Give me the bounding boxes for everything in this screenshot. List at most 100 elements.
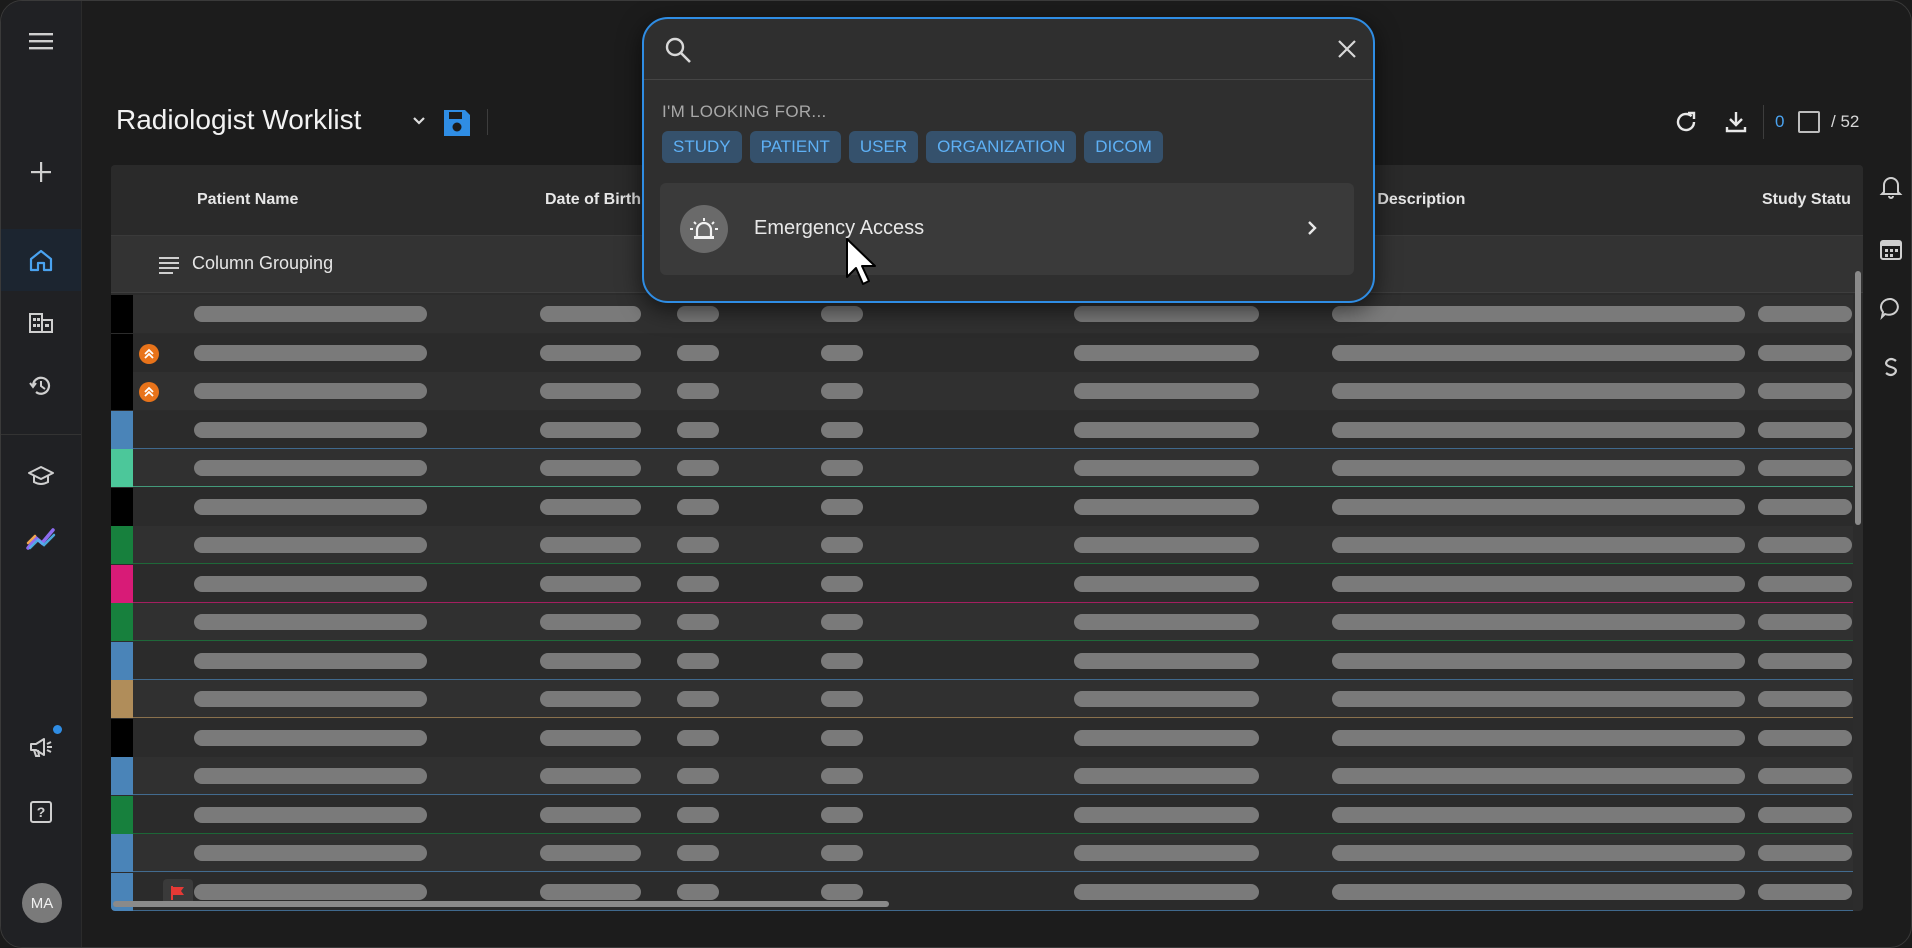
skeleton-cell [1332, 460, 1745, 476]
skeleton-cell [1074, 768, 1259, 784]
row-border [133, 640, 1853, 641]
calendar-icon[interactable] [1871, 229, 1911, 269]
skeleton-cell [1332, 306, 1745, 322]
skeleton-cell [194, 884, 427, 900]
skeleton-cell [194, 383, 427, 399]
skeleton-cell [677, 614, 719, 630]
close-icon[interactable] [1337, 39, 1357, 64]
column-header[interactable]: y Description [1364, 191, 1465, 209]
skeleton-cell [821, 845, 863, 861]
skeleton-cell [1332, 576, 1745, 592]
save-icon[interactable] [442, 108, 472, 143]
chevron-down-icon[interactable] [411, 113, 427, 134]
skeleton-cell [540, 730, 641, 746]
emergency-access-item[interactable]: Emergency Access [660, 183, 1354, 275]
app-window: ? MA Radiologist Worklist 0 / 52 Patient… [0, 0, 1912, 948]
table-row[interactable] [111, 796, 1853, 834]
table-row[interactable] [111, 526, 1853, 564]
skeleton-cell [677, 422, 719, 438]
row-status-bar [111, 834, 133, 872]
skeleton-cell [821, 460, 863, 476]
chip-study[interactable]: STUDY [662, 131, 742, 163]
skeleton-cell [1758, 383, 1852, 399]
skeleton-cell [1758, 768, 1852, 784]
table-row[interactable] [111, 642, 1853, 680]
skeleton-cell [540, 884, 641, 900]
skeleton-cell [677, 730, 719, 746]
skeleton-cell [1758, 884, 1852, 900]
column-header[interactable]: Patient Name [197, 191, 298, 209]
select-all-checkbox[interactable] [1798, 111, 1820, 133]
chat-icon[interactable] [1871, 288, 1911, 328]
horizontal-scrollbar[interactable] [113, 901, 889, 907]
search-icon [664, 36, 692, 69]
vertical-scrollbar[interactable] [1855, 271, 1861, 525]
skeleton-cell [677, 845, 719, 861]
skeleton-cell [821, 576, 863, 592]
left-nav: ? MA [1, 1, 82, 947]
table-row[interactable] [111, 757, 1853, 795]
help-icon[interactable]: ? [15, 786, 67, 838]
skeleton-cell [1332, 691, 1745, 707]
selected-count: 0 [1775, 112, 1785, 131]
teaching-icon[interactable] [15, 450, 67, 502]
skeleton-cell [1332, 499, 1745, 515]
table-row[interactable] [111, 372, 1853, 410]
skeleton-cell [1074, 653, 1259, 669]
chip-user[interactable]: USER [848, 131, 919, 163]
skeleton-cell [1758, 306, 1852, 322]
skeleton-cell [194, 768, 427, 784]
skeleton-cell [194, 460, 427, 476]
table-row[interactable] [111, 411, 1853, 449]
table-row[interactable] [111, 334, 1853, 372]
column-header[interactable]: Study Statu [1762, 191, 1851, 209]
table-row[interactable] [111, 449, 1853, 487]
skeleton-cell [540, 691, 641, 707]
add-icon[interactable] [15, 146, 67, 198]
chip-organization[interactable]: ORGANIZATION [926, 131, 1077, 163]
skeleton-cell [1332, 537, 1745, 553]
bell-icon[interactable] [1871, 167, 1911, 207]
skeleton-cell [540, 306, 641, 322]
row-status-bar [111, 334, 133, 372]
skeleton-cell [1332, 807, 1745, 823]
home-icon[interactable] [1, 229, 81, 291]
notification-dot [53, 725, 62, 734]
divider [1763, 105, 1764, 139]
table-row[interactable] [111, 565, 1853, 603]
skeleton-cell [1758, 345, 1852, 361]
table-row[interactable] [111, 719, 1853, 757]
emergency-siren-icon [680, 205, 728, 253]
user-avatar[interactable]: MA [22, 883, 62, 923]
skeleton-cell [821, 768, 863, 784]
skeleton-cell [677, 460, 719, 476]
skeleton-cell [1074, 422, 1259, 438]
skeleton-cell [540, 653, 641, 669]
skeleton-cell [1074, 730, 1259, 746]
table-row[interactable] [111, 834, 1853, 872]
skeleton-cell [1074, 460, 1259, 476]
row-border [133, 563, 1853, 564]
skeleton-cell [677, 691, 719, 707]
download-icon[interactable] [1723, 109, 1749, 140]
search-input[interactable] [710, 33, 1274, 67]
skeleton-cell [821, 807, 863, 823]
skeleton-cell [1758, 653, 1852, 669]
table-row[interactable] [111, 603, 1853, 641]
organization-icon[interactable] [15, 296, 67, 348]
history-icon[interactable] [15, 360, 67, 412]
column-header[interactable]: Date of Birth [545, 191, 641, 209]
skeleton-cell [540, 499, 641, 515]
skeleton-cell [1758, 807, 1852, 823]
analytics-icon[interactable] [15, 513, 67, 565]
integration-icon[interactable] [1871, 347, 1911, 387]
table-row[interactable] [111, 680, 1853, 718]
skeleton-cell [821, 306, 863, 322]
skeleton-cell [821, 345, 863, 361]
table-row[interactable] [111, 488, 1853, 526]
skeleton-cell [1074, 845, 1259, 861]
chip-patient[interactable]: PATIENT [749, 131, 841, 163]
chip-dicom[interactable]: DICOM [1084, 131, 1163, 163]
menu-icon[interactable] [15, 15, 67, 67]
refresh-icon[interactable] [1673, 109, 1699, 140]
